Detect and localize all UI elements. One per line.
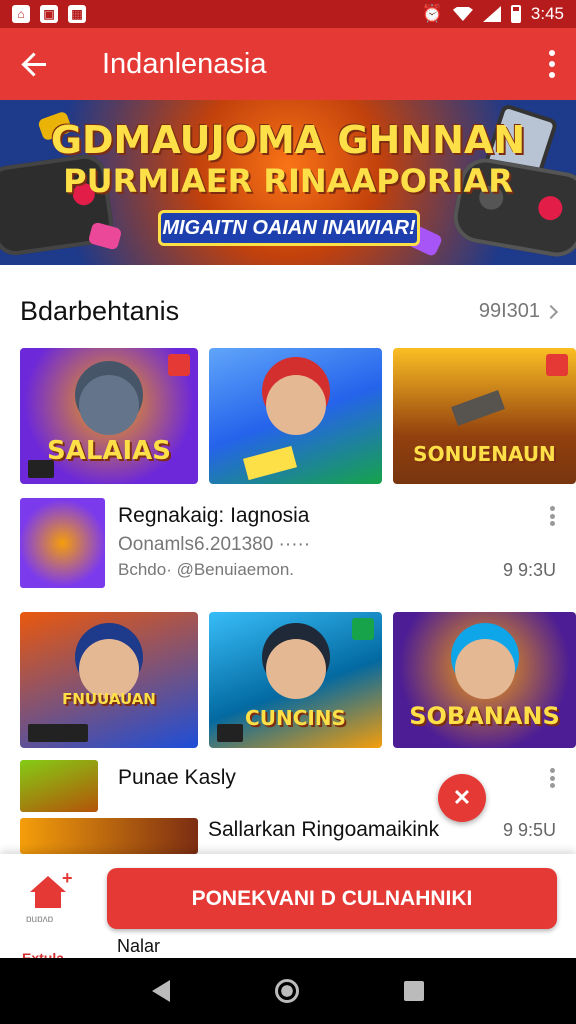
badge-icon — [168, 354, 190, 376]
promo-banner[interactable]: GDMAUJOMA GHNNAN PURMIAER RINAAPORIAR MI… — [0, 100, 576, 265]
close-x-icon: ✕ — [452, 785, 472, 810]
section-more-label: 99I301 — [478, 300, 540, 322]
game-tile-title: SOBANANS — [409, 702, 560, 730]
list-item-title: Sallarkan Ringoamaikink — [208, 818, 440, 841]
game-tile[interactable]: SONUENAUN — [393, 348, 576, 484]
nav-back-icon[interactable] — [152, 980, 171, 1002]
game-tile[interactable]: FNUUAUAN — [20, 612, 198, 748]
chevron-right-icon — [543, 304, 559, 319]
badge-icon — [546, 354, 568, 376]
banner-headline: GDMAUJOMA GHNNAN — [50, 118, 526, 162]
status-time: 3:45 — [530, 4, 564, 23]
alarm-icon: ⏰ — [421, 4, 443, 23]
more-vert-icon[interactable] — [550, 506, 556, 526]
banner-tagline: MIGAITN OAIAN INAWIAR! — [158, 210, 420, 246]
app-bar: Indanlenasia — [0, 28, 576, 100]
app-title: Indanlenasia — [102, 47, 267, 80]
list-item-title: Punae Kasly — [118, 766, 236, 789]
list-item[interactable]: Sallarkan Ringoamaikink 9 9:5U — [0, 818, 576, 854]
floating-action-button[interactable]: ✕ — [438, 774, 486, 822]
airplane-image — [451, 390, 505, 426]
back-arrow-icon[interactable] — [20, 48, 52, 80]
system-nav-bar — [0, 958, 576, 1024]
notification-image-icon: ▣ — [40, 5, 58, 23]
status-bar: ⌂ ▣ ▦ ⏰ 3:45 — [0, 0, 576, 28]
character-image — [454, 639, 515, 700]
below-cta-label: Nalar — [117, 936, 161, 956]
list-item[interactable]: Punae Kasly — [0, 760, 576, 814]
tag-icon — [28, 724, 88, 742]
list-item-thumbnail — [20, 498, 105, 588]
game-tile[interactable]: CUNCINS — [209, 612, 382, 748]
banner-subheadline: PURMIAER RINAAPORIAR — [63, 162, 513, 200]
tag-icon — [217, 724, 243, 742]
game-tile[interactable]: SALAIAS — [20, 348, 198, 484]
more-vert-icon[interactable] — [548, 50, 556, 78]
list-item-title: Regnakaig: Iagnosia — [118, 504, 310, 527]
character-image — [79, 375, 139, 436]
character-image — [265, 639, 326, 700]
notification-home-icon: ⌂ — [12, 5, 30, 23]
plus-icon: + — [62, 868, 73, 888]
section-more-link[interactable]: 99I301 — [478, 300, 559, 323]
wifi-icon — [452, 7, 473, 21]
list-item-thumbnail — [20, 818, 198, 854]
list-item-subtitle: Oonamls6.201380 ····· — [118, 534, 311, 555]
notification-calendar-icon: ▦ — [68, 5, 86, 23]
home-label: ɒuɒʌɒ — [26, 914, 54, 925]
nav-recents-icon[interactable] — [403, 981, 424, 1001]
home-icon[interactable] — [30, 876, 66, 908]
section-title: Bdarbehtanis — [20, 296, 180, 326]
nav-home-icon[interactable] — [274, 979, 299, 1003]
list-item-thumbnail — [20, 760, 98, 812]
game-tile[interactable]: SOBANANS — [393, 612, 576, 748]
tag-icon — [28, 460, 54, 478]
battery-icon — [510, 5, 521, 23]
list-item-time: 9 9:5U — [502, 820, 556, 840]
status-right-icons: ⏰ 3:45 — [422, 4, 564, 24]
game-tile[interactable] — [209, 348, 382, 484]
gem-decoration — [87, 221, 123, 251]
list-item-meta: Bchdo· @Benuiaemon. — [118, 560, 295, 579]
game-tile-title: FNUUAUAN — [62, 690, 156, 708]
game-tile-title: SONUENAUN — [413, 442, 556, 466]
character-image — [265, 375, 326, 436]
bottom-action-bar: + ɒuɒʌɒ PONEKVANI D CULNAHNIKI Nalar Ext… — [0, 854, 576, 966]
list-item-time: 9 9:3U — [502, 560, 556, 580]
signal-icon — [482, 6, 501, 22]
more-vert-icon[interactable] — [550, 768, 556, 788]
status-left-icons: ⌂ ▣ ▦ — [12, 5, 86, 23]
list-item[interactable]: Regnakaig: Iagnosia Oonamls6.201380 ····… — [0, 498, 576, 590]
primary-cta-button[interactable]: PONEKVANI D CULNAHNIKI — [107, 868, 557, 929]
badge-icon — [352, 618, 374, 640]
guitar-image — [243, 445, 297, 481]
